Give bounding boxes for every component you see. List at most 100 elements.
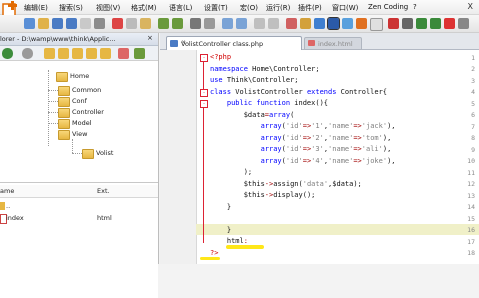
back-icon[interactable]: [2, 48, 13, 59]
fold-marker[interactable]: -: [200, 100, 208, 108]
line-number[interactable]: 11: [451, 169, 475, 177]
more-icon[interactable]: [458, 18, 469, 29]
file-row-parent[interactable]: ..: [0, 202, 158, 212]
code-line-2[interactable]: namespace Home\Controller;: [210, 65, 320, 73]
code-line-12[interactable]: $this->assign('data',$data);: [210, 180, 362, 188]
line-number[interactable]: 14: [451, 203, 475, 211]
menu-settings[interactable]: 设置(T): [204, 3, 228, 13]
code-line-14[interactable]: }: [210, 203, 231, 211]
stop-macro-icon[interactable]: [402, 18, 413, 29]
menu-zen-coding[interactable]: Zen Coding: [368, 3, 408, 11]
forward-icon[interactable]: [22, 48, 33, 59]
line-number[interactable]: 7: [451, 123, 475, 131]
line-number[interactable]: 2: [451, 65, 475, 73]
code-line-3[interactable]: use Think\Controller;: [210, 76, 299, 84]
line-number[interactable]: 12: [451, 180, 475, 188]
menu-macro[interactable]: 宏(O): [240, 3, 258, 13]
line-number[interactable]: 13: [451, 192, 475, 200]
zoom-in-icon[interactable]: [222, 18, 233, 29]
fold-marker[interactable]: -: [200, 89, 208, 97]
paste-icon[interactable]: [140, 18, 151, 29]
explorer-close-icon[interactable]: ×: [147, 34, 153, 42]
folder-up-icon[interactable]: [44, 48, 55, 59]
close-file-icon[interactable]: [80, 18, 91, 29]
menu-edit[interactable]: 编辑(E): [24, 3, 48, 13]
code-line-17[interactable]: html:: [210, 237, 248, 245]
folder-favorite-icon[interactable]: [86, 48, 97, 59]
column-name[interactable]: ame: [0, 187, 14, 195]
line-number[interactable]: 3: [451, 77, 475, 85]
menu-search[interactable]: 搜索(S): [59, 3, 83, 13]
menu-window[interactable]: 窗口(W): [332, 3, 358, 13]
code-line-13[interactable]: $this->display();: [210, 191, 316, 199]
line-number[interactable]: 10: [451, 157, 475, 165]
code-line-10[interactable]: array('id'=>'4','name'=>'joke'),: [210, 157, 396, 165]
file-row-index[interactable]: index html: [0, 214, 158, 224]
code-line-9[interactable]: array('id'=>'3','name'=>'ali'),: [210, 145, 392, 153]
menu-help[interactable]: ?: [413, 3, 417, 11]
undo-icon[interactable]: [158, 18, 169, 29]
menu-view[interactable]: 视图(V): [96, 3, 120, 13]
monitor-icon[interactable]: [370, 18, 383, 31]
cut-icon[interactable]: [112, 18, 123, 29]
menu-run[interactable]: 运行(R): [266, 3, 290, 13]
record-macro-icon[interactable]: [388, 18, 399, 29]
menu-language[interactable]: 语言(L): [169, 3, 192, 13]
line-number[interactable]: 16: [451, 226, 475, 234]
copy-icon[interactable]: [126, 18, 137, 29]
run-macro-icon[interactable]: [430, 18, 441, 29]
indent-guide-icon[interactable]: [314, 18, 325, 29]
replace-icon[interactable]: [204, 18, 215, 29]
delete-icon[interactable]: [118, 48, 129, 59]
tab-volist-controller[interactable]: VolistController class.php ×: [166, 36, 302, 50]
close-icon[interactable]: X: [468, 2, 473, 11]
line-number[interactable]: 6: [451, 111, 475, 119]
line-number[interactable]: 8: [451, 134, 475, 142]
zoom-out-icon[interactable]: [236, 18, 247, 29]
save-all-icon[interactable]: [66, 18, 77, 29]
line-number[interactable]: 4: [451, 88, 475, 96]
sync-v-icon[interactable]: [254, 18, 265, 29]
function-list-icon[interactable]: [342, 18, 353, 29]
line-number[interactable]: 18: [451, 249, 475, 257]
play-macro-icon[interactable]: [416, 18, 427, 29]
doc-map-icon[interactable]: [327, 17, 340, 30]
fold-marker[interactable]: -: [200, 54, 208, 62]
save-icon[interactable]: [52, 18, 63, 29]
code-line-11[interactable]: );: [210, 168, 252, 176]
code-line-5[interactable]: public function index(){: [210, 99, 328, 107]
line-number[interactable]: 9: [451, 146, 475, 154]
line-number[interactable]: 17: [451, 238, 475, 246]
filter-icon[interactable]: [134, 48, 145, 59]
save-macro-icon[interactable]: [444, 18, 455, 29]
code-line-16[interactable]: }: [210, 226, 231, 234]
new-folder-icon[interactable]: [58, 48, 69, 59]
folder-refresh-icon[interactable]: [100, 48, 111, 59]
all-chars-icon[interactable]: [300, 18, 311, 29]
open-file-icon[interactable]: [38, 18, 49, 29]
menu-plugins[interactable]: 插件(P): [298, 3, 322, 13]
tab-index-html[interactable]: index.html: [304, 37, 362, 50]
folder-open-icon[interactable]: [72, 48, 83, 59]
tree-label: Controller: [72, 108, 104, 116]
code-line-1[interactable]: <?php: [210, 53, 231, 61]
new-file-icon[interactable]: [24, 18, 35, 29]
wrap-icon[interactable]: [286, 18, 297, 29]
code-line-18[interactable]: ?>: [210, 249, 218, 257]
code-line-8[interactable]: array('id'=>'2','name'=>'tom'),: [210, 134, 392, 142]
code-line-7[interactable]: array('id'=>'1','name'=>'jack'),: [210, 122, 396, 130]
folder-workspace-icon[interactable]: [356, 18, 367, 29]
code-line-6[interactable]: $data=array(: [210, 111, 295, 119]
code-line-4[interactable]: class VolistController extends Controlle…: [210, 88, 387, 96]
tree-label: View: [72, 130, 88, 138]
tab-close-icon[interactable]: ×: [181, 39, 298, 46]
column-ext[interactable]: Ext.: [97, 187, 110, 195]
line-number[interactable]: 15: [451, 215, 475, 223]
find-icon[interactable]: [190, 18, 201, 29]
print-icon[interactable]: [94, 18, 105, 29]
line-number[interactable]: 1: [451, 54, 475, 62]
menu-format[interactable]: 格式(M): [131, 3, 157, 13]
sync-h-icon[interactable]: [268, 18, 279, 29]
redo-icon[interactable]: [172, 18, 183, 29]
line-number[interactable]: 5: [451, 100, 475, 108]
